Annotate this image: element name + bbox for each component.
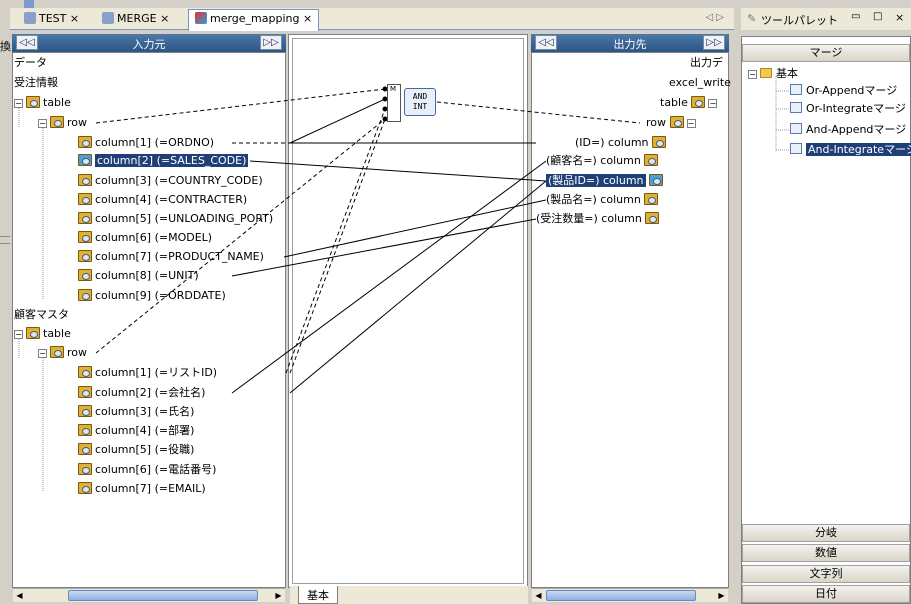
minimize-icon[interactable]: ▭ xyxy=(851,11,860,22)
node-port-label: M xyxy=(390,85,397,93)
palette-category-merge[interactable]: マージ xyxy=(742,44,910,62)
palette-item-label: And-Integrateマージ xyxy=(806,143,911,156)
maximize-icon[interactable]: □ xyxy=(873,11,882,22)
palette-category-number[interactable]: 数値 xyxy=(742,544,910,562)
mapping-connections xyxy=(18,86,641,492)
palette-title: ツールパレット xyxy=(761,14,838,27)
merge-node-ports[interactable]: M xyxy=(387,84,401,122)
palette-item-label: Or-Integrateマージ xyxy=(806,102,906,115)
tool-palette-header: ✎ ツールパレット ▭ □ × xyxy=(741,8,911,30)
palette-category-date[interactable]: 日付 xyxy=(742,585,910,603)
node-label: AND xyxy=(412,92,428,101)
palette-item[interactable]: And-Appendマージ xyxy=(790,122,906,138)
palette-tree-guides xyxy=(775,76,790,151)
palette-item[interactable]: Or-Integrateマージ xyxy=(790,101,906,117)
palette-item-label: And-Appendマージ xyxy=(806,123,907,136)
merge-and-integrate-node[interactable]: AND INT xyxy=(404,88,436,116)
palette-item[interactable]: Or-Appendマージ xyxy=(790,83,897,99)
palette-category-string[interactable]: 文字列 xyxy=(742,565,910,583)
palette-category-branch[interactable]: 分岐 xyxy=(742,524,910,542)
node-label: INT xyxy=(412,102,428,111)
palette-item-label: Or-Appendマージ xyxy=(806,84,898,97)
close-icon[interactable]: × xyxy=(895,11,904,24)
palette-item-selected[interactable]: And-Integrateマージ xyxy=(790,142,911,158)
palette-icon: ✎ xyxy=(747,12,757,25)
